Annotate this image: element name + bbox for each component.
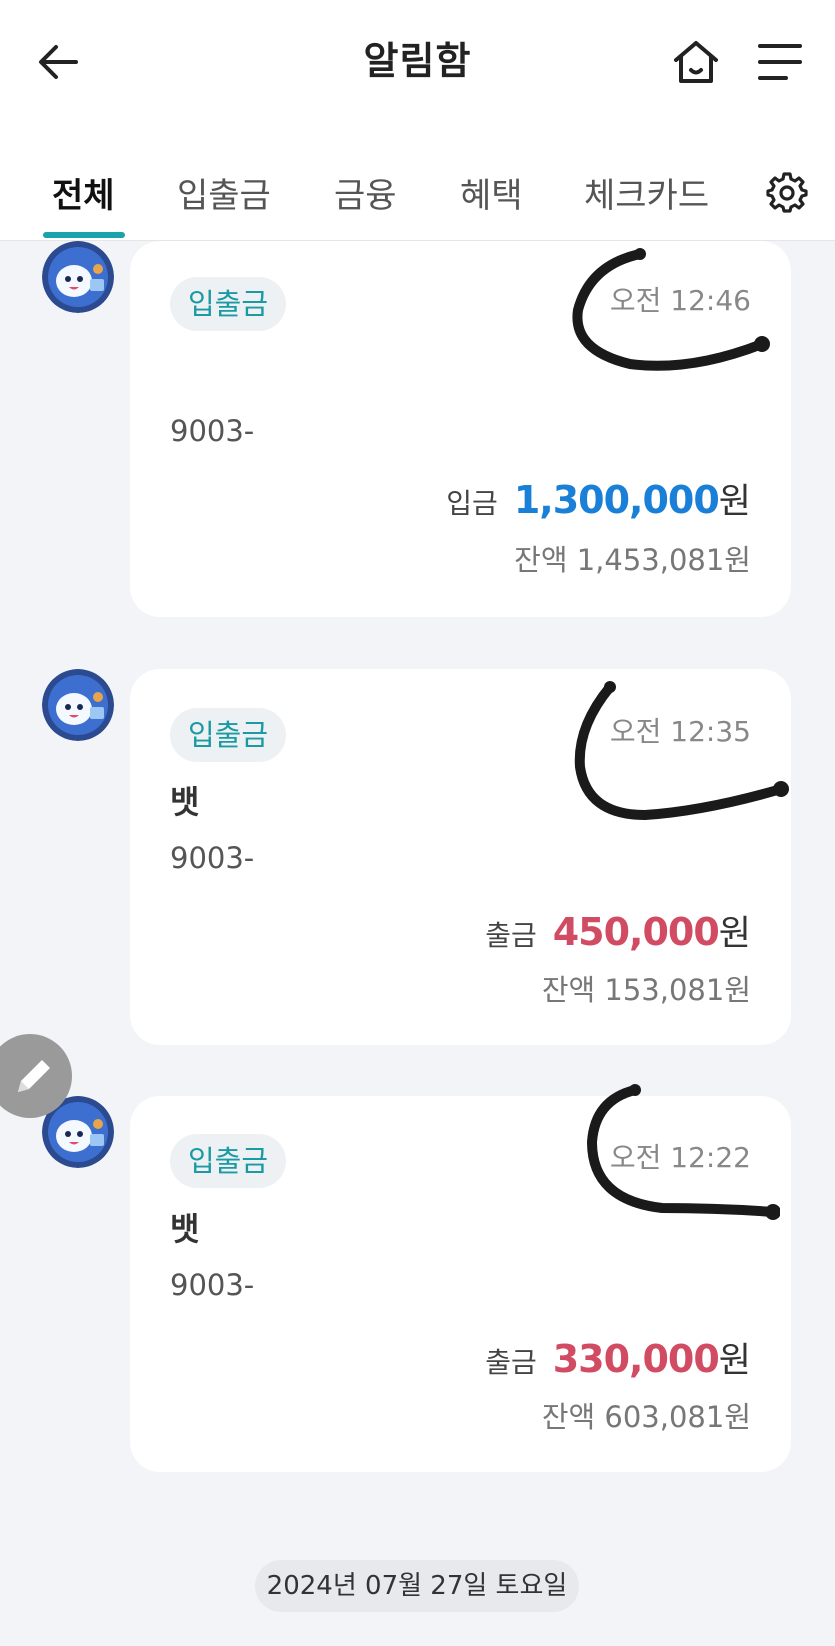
timestamp: 오전 12:46 bbox=[609, 284, 751, 317]
pencil-icon bbox=[18, 1060, 50, 1092]
settings-gear-icon[interactable] bbox=[766, 172, 808, 214]
amount-row: 출금 330,000원 bbox=[485, 1332, 751, 1383]
balance-text: 잔액 603,081원 bbox=[541, 1400, 751, 1434]
account-number: 9003- bbox=[170, 841, 255, 875]
balance-text: 잔액 153,081원 bbox=[541, 973, 751, 1007]
timestamp: 오전 12:22 bbox=[609, 1141, 751, 1174]
amount-type-label: 출금 bbox=[485, 1346, 537, 1379]
amount-value: 1,300,000 bbox=[513, 478, 720, 522]
edit-button[interactable] bbox=[0, 1034, 72, 1118]
tab-deposit-withdrawal[interactable]: 입출금 bbox=[177, 168, 271, 217]
tab-finance[interactable]: 금융 bbox=[334, 168, 397, 217]
amount-row: 입금 1,300,000원 bbox=[446, 473, 751, 524]
mascot-avatar-icon bbox=[42, 669, 114, 741]
mascot-avatar-icon bbox=[42, 241, 114, 313]
counterparty-name: 뱃 bbox=[170, 783, 200, 821]
avatar bbox=[42, 669, 114, 741]
counterparty-name: 뱃 bbox=[170, 1210, 200, 1248]
tab-all[interactable]: 전체 bbox=[52, 168, 115, 217]
category-chip: 입출금 bbox=[170, 1134, 287, 1188]
amount-type-label: 입금 bbox=[446, 487, 498, 520]
avatar bbox=[42, 241, 114, 313]
active-tab-indicator bbox=[43, 232, 125, 238]
timestamp: 오전 12:35 bbox=[609, 715, 751, 748]
amount-value: 450,000 bbox=[552, 910, 720, 954]
tab-check-card[interactable]: 체크카드 bbox=[584, 168, 709, 217]
menu-icon[interactable] bbox=[756, 38, 804, 86]
home-icon[interactable] bbox=[670, 36, 722, 88]
amount-type-label: 출금 bbox=[485, 919, 537, 952]
notification-card[interactable]: 입출금 오전 12:22 뱃 9003- 출금 330,000원 잔액 603,0… bbox=[130, 1096, 791, 1472]
category-chip: 입출금 bbox=[170, 277, 287, 331]
balance-text: 잔액 1,453,081원 bbox=[514, 543, 751, 577]
currency-unit: 원 bbox=[718, 1341, 751, 1381]
category-chip: 입출금 bbox=[170, 708, 287, 762]
notification-card[interactable]: 입출금 오전 12:46 9003- 입금 1,300,000원 잔액 1,453… bbox=[130, 241, 791, 617]
account-number: 9003- bbox=[170, 1268, 255, 1302]
account-number: 9003- bbox=[170, 414, 255, 448]
app-header: 알림함 전체 입출금 금융 혜택 체크카드 bbox=[0, 0, 835, 241]
notification-card[interactable]: 입출금 오전 12:35 뱃 9003- 출금 450,000원 잔액 153,0… bbox=[130, 669, 791, 1045]
tab-benefits[interactable]: 혜택 bbox=[460, 168, 523, 217]
currency-unit: 원 bbox=[718, 482, 751, 522]
amount-row: 출금 450,000원 bbox=[485, 905, 751, 956]
amount-value: 330,000 bbox=[552, 1337, 720, 1381]
date-divider: 2024년 07월 27일 토요일 bbox=[255, 1560, 579, 1612]
currency-unit: 원 bbox=[718, 914, 751, 954]
tab-bar: 전체 입출금 금융 혜택 체크카드 bbox=[0, 160, 835, 240]
